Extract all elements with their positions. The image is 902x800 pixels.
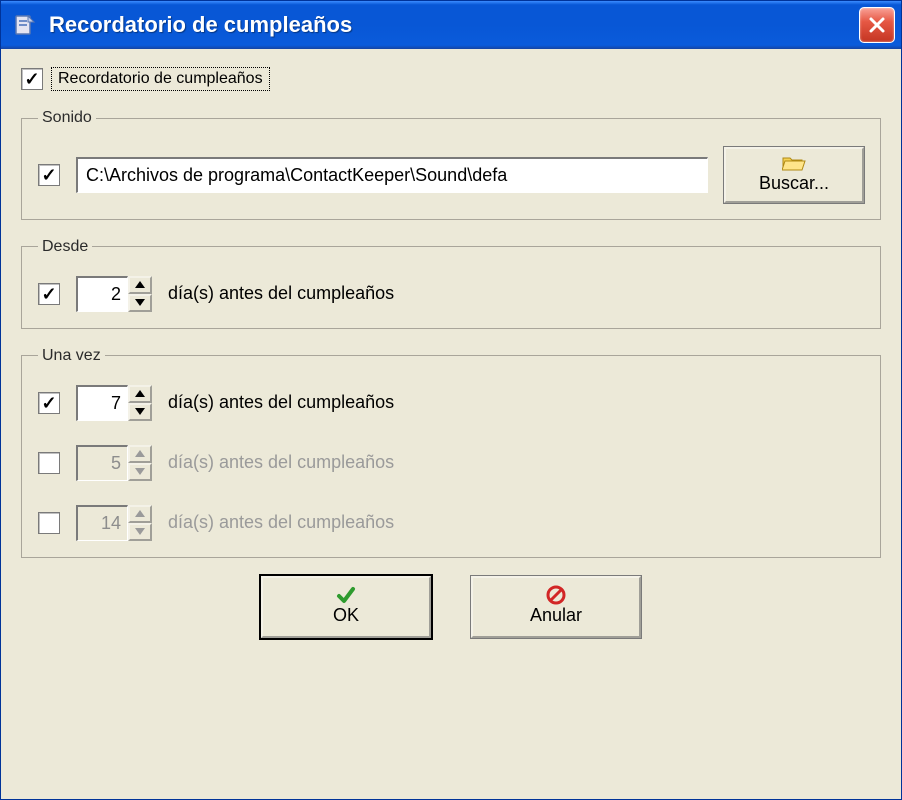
chevron-up-icon: [135, 281, 145, 288]
desde-suffix-label: día(s) antes del cumpleaños: [168, 283, 394, 304]
dialog-footer: OK Anular: [21, 576, 881, 638]
una-vez-spin-up-1[interactable]: [128, 385, 152, 403]
chevron-down-icon: [135, 528, 145, 535]
reminder-checkbox-label[interactable]: Recordatorio de cumpleaños: [51, 67, 270, 91]
desde-checkbox[interactable]: [38, 283, 60, 305]
sound-checkbox[interactable]: [38, 164, 60, 186]
una-vez-spin-up-3: [128, 505, 152, 523]
chevron-down-icon: [135, 468, 145, 475]
ok-button[interactable]: OK: [261, 576, 431, 638]
close-icon: [868, 16, 886, 34]
una-vez-checkbox-1[interactable]: [38, 392, 60, 414]
chevron-down-icon: [135, 299, 145, 306]
client-area: Recordatorio de cumpleaños Sonido Buscar…: [1, 49, 901, 650]
chevron-up-icon: [135, 450, 145, 457]
una-vez-spin-up-2: [128, 445, 152, 463]
chevron-down-icon: [135, 408, 145, 415]
desde-spin-down[interactable]: [128, 294, 152, 312]
una-vez-spinner-2: [76, 445, 152, 481]
app-icon: [11, 11, 39, 39]
una-vez-spin-down-3: [128, 523, 152, 541]
desde-spin-up[interactable]: [128, 276, 152, 294]
chevron-up-icon: [135, 390, 145, 397]
una-vez-checkbox-3[interactable]: [38, 512, 60, 534]
desde-spinner: [76, 276, 152, 312]
una-vez-value-input-3: [76, 505, 128, 541]
desde-value-input[interactable]: [76, 276, 128, 312]
reminder-checkbox[interactable]: [21, 68, 43, 90]
una-vez-value-input-1[interactable]: [76, 385, 128, 421]
sound-legend: Sonido: [38, 109, 96, 127]
una-vez-value-input-2: [76, 445, 128, 481]
una-vez-suffix-label-3: día(s) antes del cumpleaños: [168, 512, 394, 533]
una-vez-suffix-label-2: día(s) antes del cumpleaños: [168, 452, 394, 473]
una-vez-spinner-1: [76, 385, 152, 421]
dialog-window: Recordatorio de cumpleaños Recordatorio …: [0, 0, 902, 800]
folder-open-icon: [782, 153, 806, 173]
una-vez-checkbox-2[interactable]: [38, 452, 60, 474]
desde-legend: Desde: [38, 238, 92, 256]
una-vez-spin-down-2: [128, 463, 152, 481]
browse-button[interactable]: Buscar...: [724, 147, 864, 203]
desde-group: Desde día(s) antes del cumpleaños: [21, 238, 881, 329]
cancel-button[interactable]: Anular: [471, 576, 641, 638]
close-button[interactable]: [859, 7, 895, 43]
titlebar: Recordatorio de cumpleaños: [1, 1, 901, 49]
una-vez-legend: Una vez: [38, 347, 105, 365]
prohibit-icon: [546, 585, 566, 605]
sound-path-input[interactable]: [76, 157, 708, 193]
una-vez-spin-down-1[interactable]: [128, 403, 152, 421]
una-vez-spinner-3: [76, 505, 152, 541]
una-vez-suffix-label-1: día(s) antes del cumpleaños: [168, 392, 394, 413]
una-vez-group: Una vez día(s) antes del cumpleaños: [21, 347, 881, 558]
sound-group: Sonido Buscar...: [21, 109, 881, 220]
checkmark-icon: [336, 585, 356, 605]
chevron-up-icon: [135, 510, 145, 517]
window-title: Recordatorio de cumpleaños: [49, 12, 859, 38]
